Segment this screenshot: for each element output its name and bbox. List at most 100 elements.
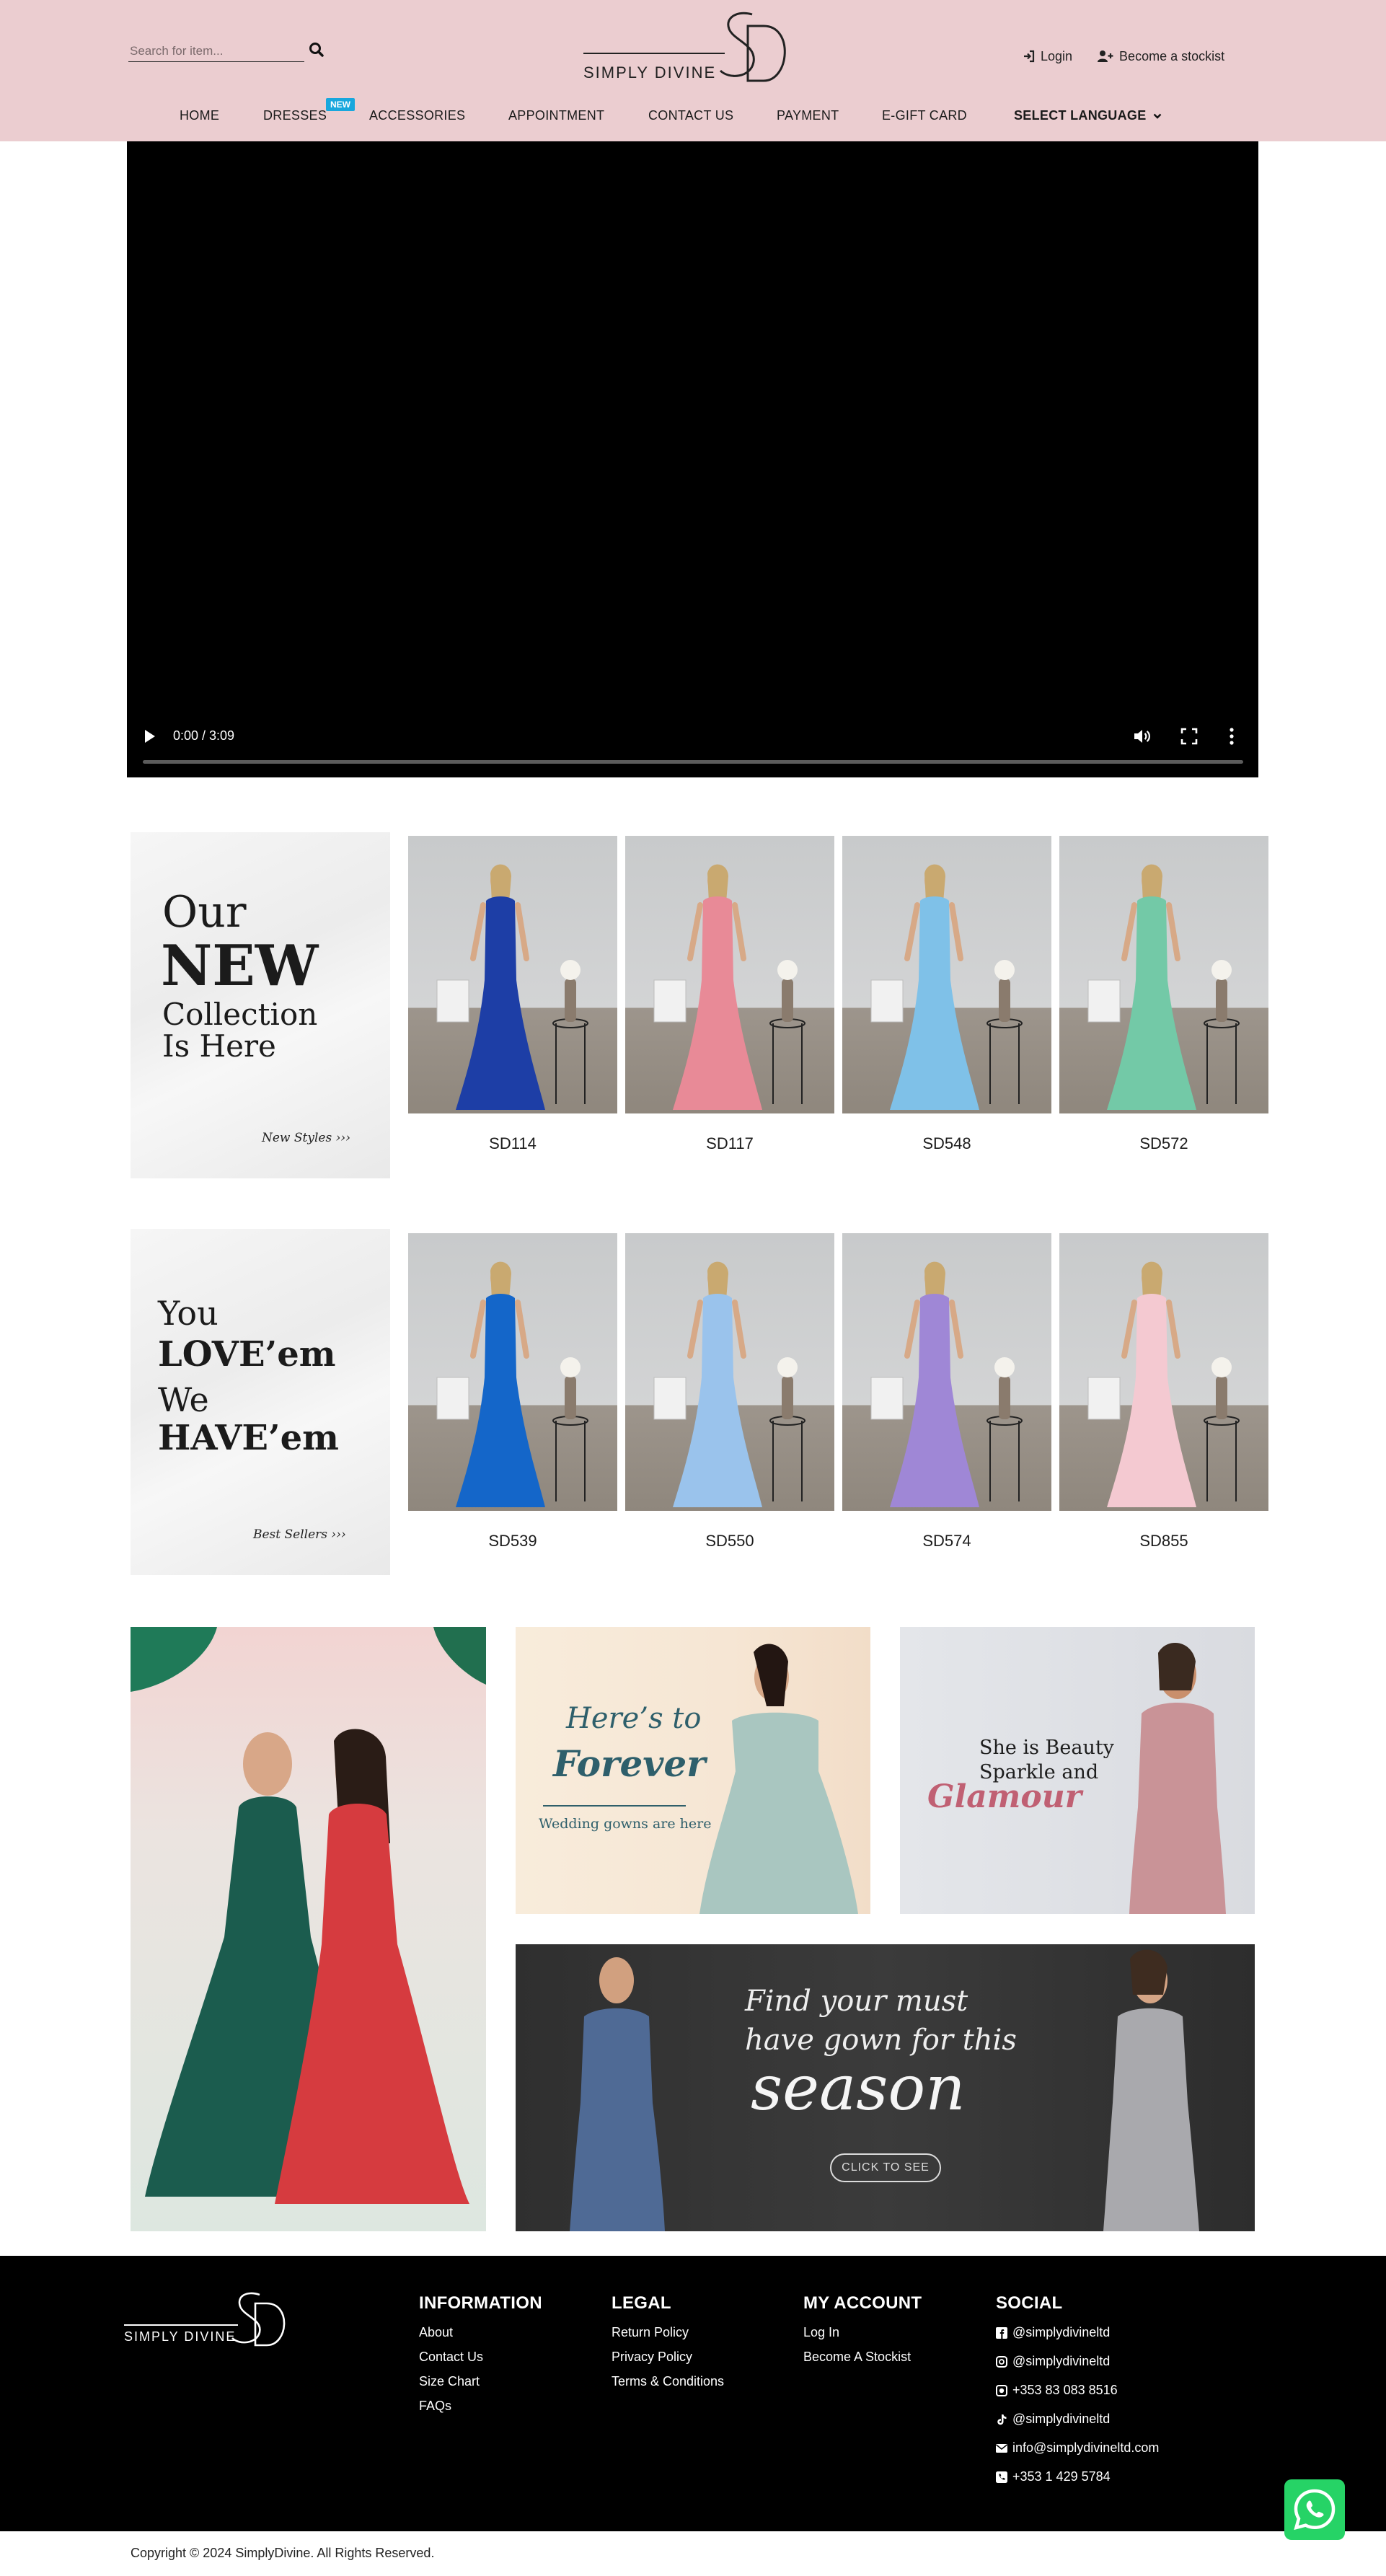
promo-video[interactable]: 0:00 / 3:09: [127, 141, 1258, 777]
search-input[interactable]: [128, 40, 304, 62]
footer-logo[interactable]: SIMPLY DIVINE: [123, 2288, 296, 2352]
product-illustration-part: [782, 1376, 793, 1419]
new-collection-card[interactable]: Our NEW Collection Is Here New Styles ››…: [131, 832, 390, 1178]
product-illustration-part: [994, 1357, 1015, 1377]
video-time: 0:00 / 3:09: [173, 728, 235, 743]
new-collection-line: Collection: [162, 997, 318, 1032]
new-styles-link[interactable]: New Styles ›››: [262, 1131, 350, 1145]
footer-logo-text: SIMPLY DIVINE: [124, 2329, 237, 2344]
footer-link-terms[interactable]: Terms & Conditions: [612, 2374, 724, 2389]
new-collection-line: Is Here: [162, 1028, 276, 1064]
volume-icon[interactable]: [1132, 727, 1152, 746]
nav-dresses[interactable]: DRESSES: [263, 108, 327, 123]
product-illustration-part: [436, 979, 469, 1023]
nav-contact-us[interactable]: CONTACT US: [648, 108, 733, 123]
product-card[interactable]: SD548: [842, 836, 1051, 1152]
social-instagram[interactable]: @simplydivineltd: [996, 2354, 1159, 2369]
product-code: SD548: [922, 1134, 971, 1152]
new-collection-line: NEW: [161, 933, 319, 999]
fullscreen-icon[interactable]: [1180, 727, 1199, 746]
product-illustration-part: [994, 960, 1015, 980]
click-to-see-button[interactable]: CLICK TO SEE: [830, 2153, 941, 2182]
product-illustration-part: [1211, 1357, 1232, 1377]
product-photo: [842, 1233, 1051, 1511]
glamour-banner[interactable]: She is Beauty Sparkle and Glamour: [900, 1627, 1255, 1914]
product-card[interactable]: SD574: [842, 1233, 1051, 1550]
product-card[interactable]: SD114: [408, 836, 617, 1152]
product-illustration-part: [565, 1376, 576, 1419]
product-card[interactable]: SD572: [1059, 836, 1268, 1152]
social-tiktok[interactable]: @simplydivineltd: [996, 2412, 1159, 2427]
product-illustration-part: [777, 960, 798, 980]
whatsapp-icon: [996, 2384, 1007, 2396]
product-illustration-part: [653, 979, 687, 1023]
product-photo: [408, 1233, 617, 1511]
product-card[interactable]: SD855: [1059, 1233, 1268, 1550]
become-stockist-link[interactable]: Become a stockist: [1097, 49, 1224, 64]
footer-link-contact-us[interactable]: Contact Us: [419, 2350, 542, 2365]
video-controls: 0:00 / 3:09: [127, 713, 1258, 777]
nav-select-language[interactable]: SELECT LANGUAGE: [1014, 108, 1162, 123]
beauty-line3: Glamour: [927, 1778, 1082, 1815]
wedding-banner[interactable]: Here’s to Forever Wedding gowns are here: [516, 1627, 870, 1914]
phone-icon: [996, 2471, 1007, 2483]
site-logo[interactable]: SIMPLY DIVINE: [581, 4, 797, 89]
footer-link-size-chart[interactable]: Size Chart: [419, 2374, 542, 2389]
footer-link-privacy-policy[interactable]: Privacy Policy: [612, 2350, 724, 2365]
chevron-down-icon: [1153, 113, 1162, 119]
nav-payment[interactable]: PAYMENT: [777, 108, 839, 123]
product-illustration-part: [870, 979, 904, 1023]
product-illustration-part: [890, 896, 979, 1110]
beauty-line1: She is Beauty: [979, 1737, 1114, 1759]
product-card[interactable]: SD550: [625, 1233, 834, 1550]
best-sellers-link[interactable]: Best Sellers ›››: [253, 1527, 346, 1542]
social-phone[interactable]: +353 1 429 5784: [996, 2469, 1159, 2484]
login-link[interactable]: Login: [1023, 49, 1072, 64]
product-illustration-part: [1087, 979, 1121, 1023]
footer-information: INFORMATION About Contact Us Size Chart …: [419, 2293, 542, 2423]
video-progress-bar[interactable]: [143, 760, 1243, 764]
best-sellers-line: LOVE’em: [158, 1334, 336, 1375]
social-whatsapp[interactable]: +353 83 083 8516: [996, 2383, 1159, 2398]
select-language-label: SELECT LANGUAGE: [1014, 108, 1147, 123]
product-illustration-part: [870, 1377, 904, 1420]
nav-accessories[interactable]: ACCESSORIES: [369, 108, 465, 123]
more-options-icon[interactable]: [1228, 725, 1235, 747]
product-illustration-part: [999, 979, 1010, 1022]
social-email[interactable]: info@simplydivineltd.com: [996, 2440, 1159, 2456]
footer-link-return-policy[interactable]: Return Policy: [612, 2325, 724, 2340]
main-nav: HOME DRESSES NEW ACCESSORIES APPOINTMENT…: [0, 98, 1386, 133]
season-banner[interactable]: Find your must have gown for this season…: [516, 1944, 1255, 2231]
whatsapp-chat-icon: [1294, 2489, 1336, 2531]
product-photo: [408, 836, 617, 1113]
best-sellers-line: You: [158, 1294, 219, 1333]
footer-link-faqs[interactable]: FAQs: [419, 2399, 542, 2414]
footer-link-log-in[interactable]: Log In: [803, 2325, 922, 2340]
nav-home[interactable]: HOME: [180, 108, 219, 123]
play-icon[interactable]: [143, 728, 157, 744]
footer-social: SOCIAL @simplydivineltd @simplydivineltd…: [996, 2293, 1159, 2498]
two-models-banner[interactable]: [131, 1627, 486, 2231]
forever-line3: Wedding gowns are here: [539, 1816, 712, 1832]
search-icon[interactable]: [307, 40, 326, 59]
product-card[interactable]: SD539: [408, 1233, 617, 1550]
product-code: SD539: [488, 1532, 537, 1550]
login-icon: [1024, 50, 1035, 63]
social-facebook[interactable]: @simplydivineltd: [996, 2325, 1159, 2340]
nav-e-gift-card[interactable]: E-GIFT CARD: [882, 108, 967, 123]
product-illustration-part: [1107, 896, 1196, 1110]
tiktok-icon: [997, 2414, 1007, 2425]
best-sellers-card[interactable]: You LOVE’em We HAVE’em Best Sellers ›››: [131, 1229, 390, 1575]
product-code: SD550: [705, 1532, 754, 1550]
footer-link-about[interactable]: About: [419, 2325, 542, 2340]
whatsapp-chat-button[interactable]: [1284, 2479, 1345, 2540]
product-card[interactable]: SD117: [625, 836, 834, 1152]
product-illustration-part: [1107, 1294, 1196, 1507]
product-illustration-part: [782, 979, 793, 1022]
become-stockist-label: Become a stockist: [1119, 48, 1225, 63]
footer-link-become-stockist[interactable]: Become A Stockist: [803, 2350, 922, 2365]
product-illustration-part: [565, 979, 576, 1022]
footer-account-title: MY ACCOUNT: [803, 2293, 922, 2313]
nav-appointment[interactable]: APPOINTMENT: [508, 108, 604, 123]
social-facebook-label: @simplydivineltd: [1012, 2325, 1111, 2339]
